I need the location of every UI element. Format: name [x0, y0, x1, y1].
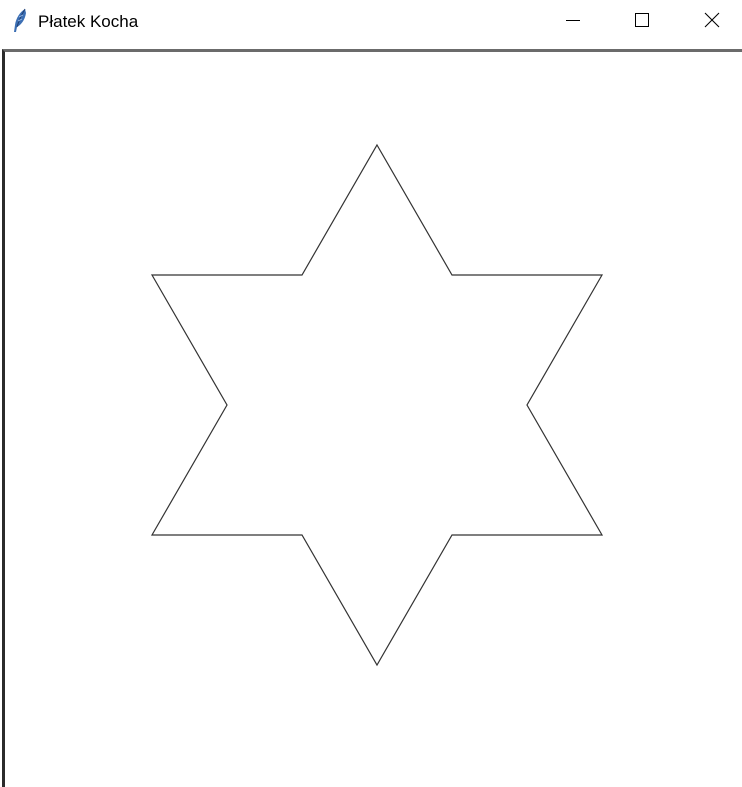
koch-snowflake-shape: [150, 143, 604, 667]
minimize-icon: [565, 12, 581, 33]
maximize-icon: [634, 12, 650, 33]
app-window: Płatek Kocha: [0, 0, 742, 787]
feather-icon: [10, 8, 30, 34]
window-title: Płatek Kocha: [38, 12, 139, 31]
maximize-button[interactable]: [619, 0, 665, 44]
title-bar[interactable]: Płatek Kocha: [0, 0, 742, 46]
drawing-canvas[interactable]: [2, 49, 742, 787]
close-button[interactable]: [689, 0, 735, 44]
canvas-drawing: [150, 143, 604, 667]
close-icon: [704, 12, 720, 33]
minimize-button[interactable]: [550, 0, 596, 44]
